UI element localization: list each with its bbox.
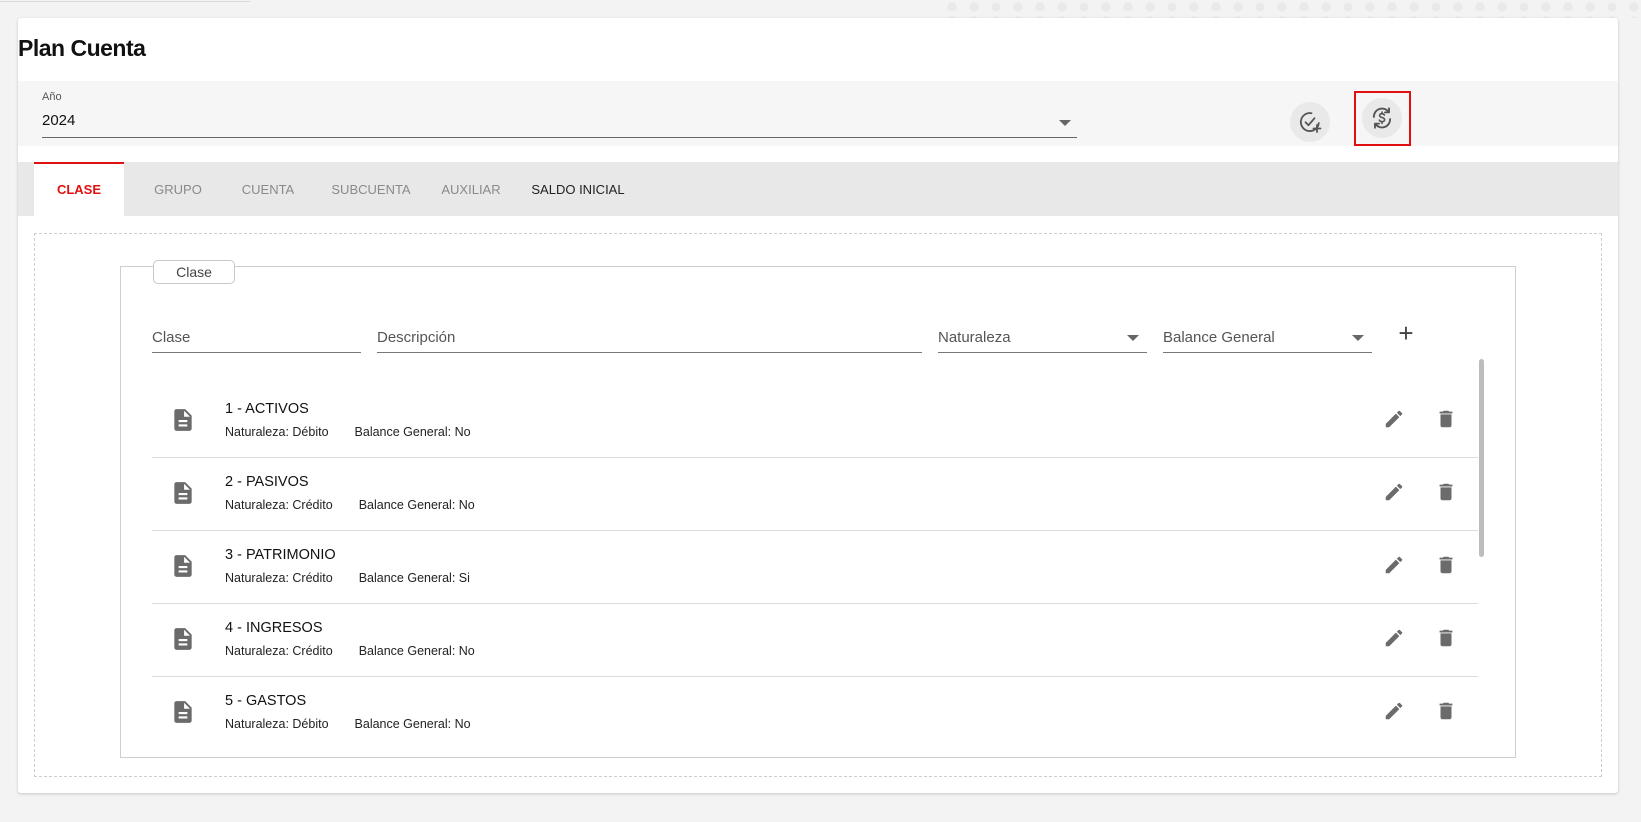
currency-exchange-highlight — [1354, 91, 1411, 146]
document-icon — [174, 409, 192, 431]
row-actions — [1382, 626, 1458, 650]
row-naturaleza: Naturaleza: Crédito — [225, 571, 333, 585]
delete-button[interactable] — [1434, 626, 1458, 650]
background-pattern — [941, 0, 1641, 18]
top-strip — [0, 0, 250, 2]
clase-list: 1 - ACTIVOS Naturaleza: Débito Balance Ge… — [152, 385, 1478, 750]
check-circle-plus-icon — [1300, 112, 1322, 133]
clase-input[interactable] — [152, 322, 361, 352]
tab-grupo[interactable]: GRUPO — [136, 162, 220, 216]
edit-button[interactable] — [1382, 699, 1406, 723]
delete-button[interactable] — [1434, 553, 1458, 577]
row-actions — [1382, 553, 1458, 577]
currency-exchange-icon — [1372, 107, 1392, 129]
row-title: 5 - GASTOS — [225, 693, 307, 709]
row-details: Naturaleza: Crédito Balance General: Si — [225, 571, 470, 585]
document-icon — [174, 482, 192, 504]
trash-icon — [1439, 483, 1453, 501]
row-naturaleza: Naturaleza: Crédito — [225, 644, 333, 658]
add-clase-button[interactable]: + — [1392, 320, 1420, 348]
chevron-down-icon — [1127, 335, 1139, 341]
row-balance: Balance General: No — [354, 425, 471, 439]
delete-button[interactable] — [1434, 407, 1458, 431]
fieldset-legend: Clase — [153, 260, 235, 284]
row-title: 2 - PASIVOS — [225, 474, 309, 490]
naturaleza-label: Naturaleza — [938, 329, 1011, 346]
descripcion-input[interactable] — [377, 322, 922, 352]
list-scrollbar[interactable] — [1479, 359, 1484, 557]
year-label: Año — [42, 91, 62, 103]
row-balance: Balance General: No — [358, 644, 475, 658]
edit-button[interactable] — [1382, 407, 1406, 431]
descripcion-field[interactable] — [377, 322, 922, 353]
document-icon — [174, 555, 192, 577]
filter-bar: Año 2024 — [18, 81, 1618, 146]
tab-cuenta[interactable]: CUENTA — [226, 162, 310, 216]
balance-general-select[interactable]: Balance General — [1163, 322, 1372, 353]
tab-subcuenta[interactable]: SUBCUENTA — [316, 162, 426, 216]
pencil-icon — [1385, 629, 1403, 647]
row-balance: Balance General: No — [354, 717, 471, 731]
trash-icon — [1439, 629, 1453, 647]
row-naturaleza: Naturaleza: Débito — [225, 425, 329, 439]
chevron-down-icon — [1059, 120, 1071, 126]
row-actions — [1382, 480, 1458, 504]
trash-icon — [1439, 410, 1453, 428]
year-value: 2024 — [42, 112, 76, 129]
page-title: Plan Cuenta — [18, 35, 146, 61]
year-select[interactable]: 2024 — [42, 107, 1077, 138]
balance-general-label: Balance General — [1163, 329, 1275, 346]
edit-button[interactable] — [1382, 553, 1406, 577]
row-title: 3 - PATRIMONIO — [225, 547, 336, 563]
row-naturaleza: Naturaleza: Débito — [225, 717, 329, 731]
tab-auxiliar[interactable]: AUXILIAR — [426, 162, 516, 216]
pencil-icon — [1385, 483, 1403, 501]
delete-button[interactable] — [1434, 699, 1458, 723]
document-icon — [174, 701, 192, 723]
tab-bar: CLASE GRUPO CUENTA SUBCUENTA AUXILIAR SA… — [18, 162, 1618, 216]
chevron-down-icon — [1352, 335, 1364, 341]
edit-button[interactable] — [1382, 480, 1406, 504]
edit-button[interactable] — [1382, 626, 1406, 650]
currency-exchange-button[interactable] — [1362, 98, 1402, 138]
tab-clase[interactable]: CLASE — [34, 162, 124, 216]
row-title: 1 - ACTIVOS — [225, 401, 309, 417]
pencil-icon — [1385, 702, 1403, 720]
row-balance: Balance General: No — [358, 498, 475, 512]
delete-button[interactable] — [1434, 480, 1458, 504]
row-details: Naturaleza: Crédito Balance General: No — [225, 644, 475, 658]
row-details: Naturaleza: Crédito Balance General: No — [225, 498, 475, 512]
row-actions — [1382, 699, 1458, 723]
naturaleza-select[interactable]: Naturaleza — [938, 322, 1147, 353]
row-details: Naturaleza: Débito Balance General: No — [225, 425, 471, 439]
clase-field[interactable] — [152, 322, 361, 353]
list-item: 2 - PASIVOS Naturaleza: Crédito Balance G… — [152, 458, 1478, 531]
trash-icon — [1439, 556, 1453, 574]
pencil-icon — [1385, 410, 1403, 428]
pencil-icon — [1385, 556, 1403, 574]
tab-saldo-inicial[interactable]: SALDO INICIAL — [518, 162, 638, 216]
row-naturaleza: Naturaleza: Crédito — [225, 498, 333, 512]
row-details: Naturaleza: Débito Balance General: No — [225, 717, 471, 731]
list-item: 4 - INGRESOS Naturaleza: Crédito Balance … — [152, 604, 1478, 677]
row-actions — [1382, 407, 1458, 431]
list-item: 1 - ACTIVOS Naturaleza: Débito Balance Ge… — [152, 385, 1478, 458]
row-title: 4 - INGRESOS — [225, 620, 323, 636]
trash-icon — [1439, 702, 1453, 720]
list-item: 3 - PATRIMONIO Naturaleza: Crédito Balanc… — [152, 531, 1478, 604]
document-icon — [174, 628, 192, 650]
add-year-button[interactable] — [1290, 102, 1330, 142]
list-item: 5 - GASTOS Naturaleza: Débito Balance Gen… — [152, 677, 1478, 750]
row-balance: Balance General: Si — [358, 571, 470, 585]
